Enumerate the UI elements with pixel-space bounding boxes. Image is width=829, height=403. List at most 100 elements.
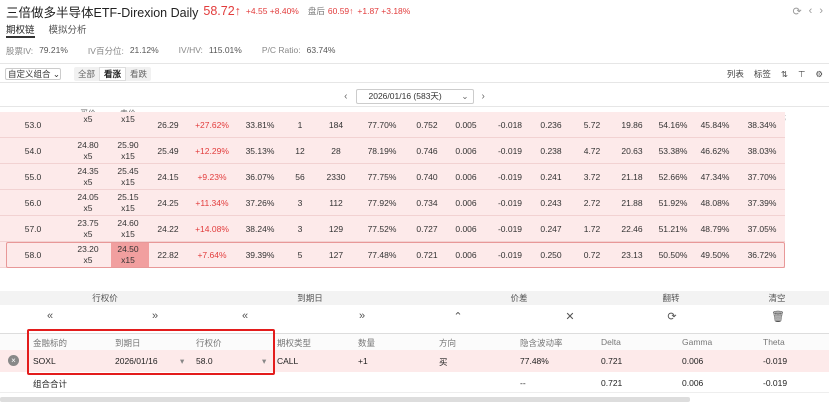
expiry-next-icon[interactable]: » <box>352 310 372 322</box>
trash-icon[interactable]: 🗑 <box>768 310 788 323</box>
tab-option-chain[interactable]: 期权链 <box>6 22 35 38</box>
stock-change: +4.55 +8.40% <box>245 6 299 16</box>
expiry-select[interactable]: 2026/01/16 (583天) ⌄ <box>355 88 474 104</box>
filter-put[interactable]: 看跌 <box>126 67 151 81</box>
forward-icon[interactable]: › <box>819 5 823 18</box>
cell-prem: 36.07% <box>245 172 275 182</box>
filter-all[interactable]: 全部 <box>74 67 99 81</box>
horizontal-scrollbar[interactable] <box>0 397 690 402</box>
table-row[interactable]: 53.0 x5 x15 26.29 +27.62% 33.81% 1 184 77.70% 0.7… <box>0 112 829 138</box>
cell-chg: +9.23% <box>197 172 227 182</box>
header: 三倍做多半导体ETF-Direxion Daily 58.72↑ +4.55 +… <box>0 0 829 22</box>
remove-leg-icon[interactable]: × <box>8 355 19 366</box>
cell-oi: 112 <box>329 198 343 208</box>
expiry-prev-icon[interactable]: « <box>235 310 255 322</box>
filter-call[interactable]: 看涨 <box>99 67 127 81</box>
filter-icon[interactable]: ⊤ <box>798 67 805 81</box>
cell-oi: 2330 <box>326 172 346 182</box>
table-row[interactable]: 55.0 24.35 x5 25.45 x15 24.15 +9.23% 36.07% 56 23… <box>0 164 829 190</box>
sort-icon[interactable]: ⇅ <box>781 67 788 81</box>
col-theta: Theta <box>763 337 785 347</box>
refresh-icon[interactable]: ⟳ <box>792 5 801 18</box>
cell-oi: 28 <box>331 146 341 156</box>
cell-delta: 0.727 <box>416 224 438 234</box>
cell-prof: 36.72% <box>747 250 777 260</box>
cell-itm: 51.21% <box>658 224 688 234</box>
cell-otm: 45.84% <box>700 120 730 130</box>
cell-ask[interactable]: 25.45 x15 <box>110 164 146 190</box>
cell-itm: 50.50% <box>658 250 688 260</box>
spread-widen-icon[interactable]: ✕ <box>560 310 580 323</box>
cell-oi: 127 <box>328 250 344 260</box>
cell-vol: 3 <box>297 198 303 208</box>
gear-icon[interactable]: ⚙ <box>815 67 823 81</box>
cell-last: 22.82 <box>157 250 179 260</box>
prev-expiry-icon[interactable]: ‹ <box>344 91 347 102</box>
cell-strike: 58.0 <box>24 250 42 260</box>
cell-prem: 37.26% <box>245 198 275 208</box>
total-delta: 0.721 <box>601 378 623 388</box>
strike-up-icon[interactable]: « <box>40 310 60 322</box>
col-direction: 方向 <box>439 338 457 348</box>
cell-itm: 51.92% <box>658 198 688 208</box>
afterhours-price: 60.59↑ <box>327 6 354 16</box>
position-qty[interactable]: +1 <box>358 356 368 366</box>
toolbar: 自定义组合 ⌄ 全部 看涨 看跌 列表 标签 ⇅ ⊤ ⚙ <box>0 63 829 83</box>
strike-down-icon[interactable]: » <box>145 310 165 322</box>
spread-narrow-icon[interactable]: ⌃ <box>448 310 468 323</box>
control-flip-label: 翻转 <box>662 293 680 303</box>
cell-chg: +7.64% <box>197 250 227 260</box>
cell-delta: 0.752 <box>416 120 438 130</box>
tab-bar: 期权链 模拟分析 <box>6 22 87 38</box>
cell-intr: 0.72 <box>583 250 601 260</box>
stat-label: IV百分位: <box>87 46 124 56</box>
control-expiry-label: 到期日 <box>297 293 323 303</box>
flip-icon[interactable]: ⟳ <box>662 310 682 323</box>
cell-chg: +12.29% <box>195 146 229 156</box>
position-type[interactable]: CALL <box>277 356 298 366</box>
cell-bid[interactable]: 23.20 x5 <box>70 242 106 268</box>
tab-simulation[interactable]: 模拟分析 <box>49 22 87 38</box>
list-button[interactable]: 列表 <box>727 67 744 81</box>
position-direction[interactable]: 买 <box>439 356 448 368</box>
cell-bid[interactable]: 24.80 x5 <box>70 138 106 164</box>
cell-delta: 0.734 <box>416 198 438 208</box>
cell-ask[interactable]: x15 <box>110 112 146 138</box>
control-strike-label: 行权价 <box>92 293 118 303</box>
label-button[interactable]: 标签 <box>754 67 771 81</box>
table-row[interactable]: 57.0 23.75 x5 24.60 x15 24.22 +14.08% 38.24% 3 12… <box>0 216 829 242</box>
cell-oi: 129 <box>328 224 344 234</box>
cell-vol: 12 <box>295 146 305 156</box>
cell-otm: 47.34% <box>700 172 730 182</box>
cell-time: 21.18 <box>621 172 643 182</box>
col-delta: Delta <box>601 337 621 347</box>
col-iv: 隐含波动率 <box>520 338 563 348</box>
cell-bid[interactable]: 23.75 x5 <box>70 216 106 242</box>
total-label: 组合合计 <box>33 379 68 389</box>
cell-ask[interactable]: 25.90 x15 <box>110 138 146 164</box>
table-row[interactable]: 58.0 23.20 x5 24.50 x15 22.82 +7.64% 39.39% 5 127… <box>0 242 829 268</box>
cell-theta: -0.019 <box>497 250 523 260</box>
cell-iv: 77.75% <box>367 172 397 182</box>
combo-select[interactable]: 自定义组合 ⌄ <box>5 68 61 80</box>
back-icon[interactable]: ‹ <box>809 5 813 18</box>
cell-vega: 0.238 <box>540 146 562 156</box>
cell-bid[interactable]: 24.05 x5 <box>70 190 106 216</box>
cell-itm: 52.66% <box>658 172 688 182</box>
cell-ask[interactable]: 24.50 x15 <box>110 242 146 268</box>
cell-ask[interactable]: 24.60 x15 <box>110 216 146 242</box>
cell-intr: 3.72 <box>583 172 601 182</box>
cell-delta: 0.721 <box>416 250 438 260</box>
cell-otm: 49.50% <box>700 250 730 260</box>
cell-bid[interactable]: 24.35 x5 <box>70 164 106 190</box>
table-row[interactable]: 54.0 24.80 x5 25.90 x15 25.49 +12.29% 35.13% 12 2… <box>0 138 829 164</box>
stat-value: 21.12% <box>129 45 159 55</box>
cell-itm: 54.16% <box>658 120 688 130</box>
cell-vega: 0.236 <box>540 120 562 130</box>
controls-buttons: « » « » ⌃ ✕ ⟳ 🗑 <box>0 307 829 329</box>
table-row[interactable]: 56.0 24.05 x5 25.15 x15 24.25 +11.34% 37.26% 3 11… <box>0 190 829 216</box>
next-expiry-icon[interactable]: › <box>482 91 485 102</box>
cell-ask[interactable]: 25.15 x15 <box>110 190 146 216</box>
stat-label: IV/HV: <box>178 45 203 55</box>
cell-bid[interactable]: x5 <box>70 112 106 138</box>
